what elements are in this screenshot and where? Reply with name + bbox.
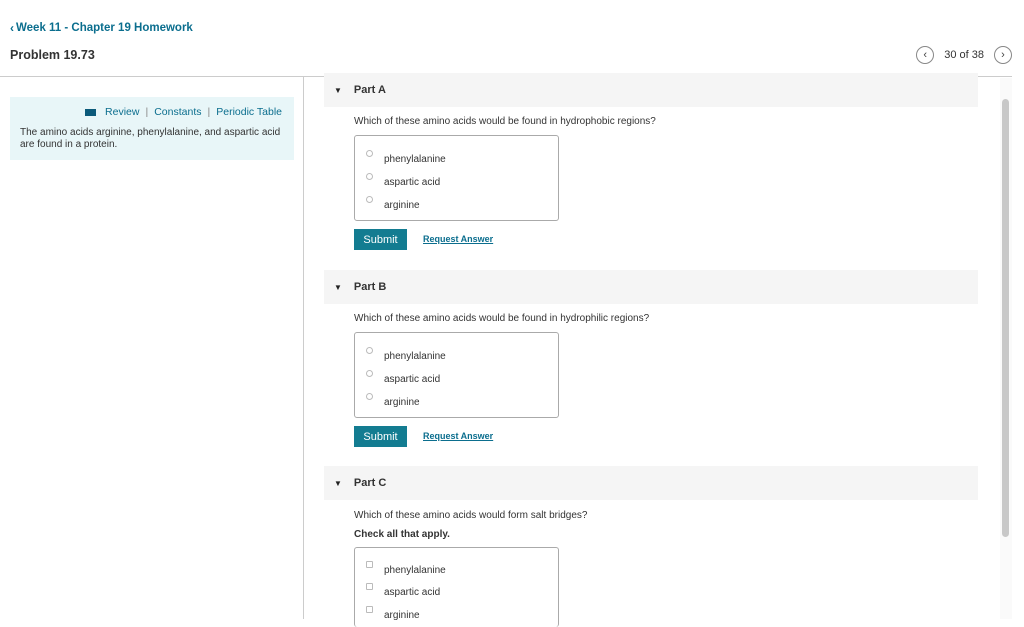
part-a-header[interactable]: ▼ Part A	[324, 73, 978, 107]
checkbox[interactable]	[366, 606, 373, 613]
part-a-submit-button[interactable]: Submit	[354, 229, 407, 250]
book-icon	[85, 108, 97, 116]
option-label: arginine	[384, 397, 420, 408]
chevron-left-icon: ‹	[923, 49, 928, 61]
radio-button[interactable]	[366, 370, 373, 377]
part-c-label: Part C	[353, 477, 387, 489]
option-label: phenylalanine	[384, 154, 446, 165]
option-label: aspartic acid	[384, 587, 441, 598]
column-divider	[303, 77, 304, 619]
part-b-option-phenylalanine[interactable]: phenylalanine	[355, 347, 558, 369]
part-a-options: phenylalanine aspartic acid arginine	[354, 135, 559, 221]
problem-info-panel: Review | Constants | Periodic Table The …	[10, 97, 294, 160]
back-to-assignment-link[interactable]: ‹ Week 11 - Chapter 19 Homework	[10, 21, 193, 35]
checkbox[interactable]	[366, 561, 373, 568]
part-c-option-aspartic-acid[interactable]: aspartic acid	[355, 583, 558, 605]
radio-button[interactable]	[366, 173, 373, 180]
part-a-option-phenylalanine[interactable]: phenylalanine	[355, 150, 558, 172]
pager-count: 30 of 38	[944, 49, 984, 61]
periodic-table-link[interactable]: Periodic Table	[216, 106, 282, 118]
part-c-option-arginine[interactable]: arginine	[355, 606, 558, 627]
problem-title: Problem 19.73	[10, 48, 95, 62]
part-b-request-answer-link[interactable]: Request Answer	[423, 431, 493, 441]
option-label: aspartic acid	[384, 374, 441, 385]
option-label: aspartic acid	[384, 177, 441, 188]
part-c-options: phenylalanine aspartic acid arginine	[354, 547, 559, 627]
part-b-label: Part B	[353, 281, 387, 293]
radio-button[interactable]	[366, 393, 373, 400]
part-c-question: Which of these amino acids would form sa…	[354, 510, 588, 521]
part-b-submit-button[interactable]: Submit	[354, 426, 407, 447]
link-separator: |	[145, 106, 149, 118]
option-label: phenylalanine	[384, 565, 446, 576]
next-problem-button[interactable]: ›	[994, 46, 1012, 64]
collapse-triangle-icon: ▼	[334, 85, 342, 95]
pager: ‹ 30 of 38 ›	[916, 46, 1012, 64]
resource-links: Review | Constants | Periodic Table	[20, 106, 284, 118]
constants-link[interactable]: Constants	[154, 106, 201, 118]
radio-button[interactable]	[366, 347, 373, 354]
part-b-header[interactable]: ▼ Part B	[324, 270, 978, 304]
option-label: arginine	[384, 200, 420, 211]
chevron-left-icon: ‹	[10, 21, 14, 35]
part-c-instruction: Check all that apply.	[354, 529, 450, 540]
part-c-option-phenylalanine[interactable]: phenylalanine	[355, 561, 558, 583]
option-label: phenylalanine	[384, 351, 446, 362]
collapse-triangle-icon: ▼	[334, 282, 342, 292]
previous-problem-button[interactable]: ‹	[916, 46, 935, 64]
checkbox[interactable]	[366, 583, 373, 590]
part-b-option-aspartic-acid[interactable]: aspartic acid	[355, 370, 558, 392]
collapse-triangle-icon: ▼	[334, 478, 342, 488]
review-link[interactable]: Review	[105, 106, 139, 118]
part-a-request-answer-link[interactable]: Request Answer	[423, 234, 493, 244]
option-label: arginine	[384, 610, 420, 621]
chevron-right-icon: ›	[1001, 49, 1005, 61]
part-a-question: Which of these amino acids would be foun…	[354, 116, 656, 127]
radio-button[interactable]	[366, 196, 373, 203]
part-a-option-aspartic-acid[interactable]: aspartic acid	[355, 173, 558, 195]
part-a-option-arginine[interactable]: arginine	[355, 196, 558, 218]
problem-statement: The amino acids arginine, phenylalanine,…	[20, 127, 281, 150]
radio-button[interactable]	[366, 150, 373, 157]
back-link-label: Week 11 - Chapter 19 Homework	[16, 22, 193, 34]
part-a-label: Part A	[353, 84, 386, 96]
part-c-header[interactable]: ▼ Part C	[324, 466, 978, 500]
part-b-option-arginine[interactable]: arginine	[355, 393, 558, 415]
part-b-options: phenylalanine aspartic acid arginine	[354, 332, 559, 418]
link-separator: |	[207, 106, 211, 118]
scrollbar-thumb[interactable]	[1002, 99, 1009, 537]
part-b-question: Which of these amino acids would be foun…	[354, 313, 650, 324]
